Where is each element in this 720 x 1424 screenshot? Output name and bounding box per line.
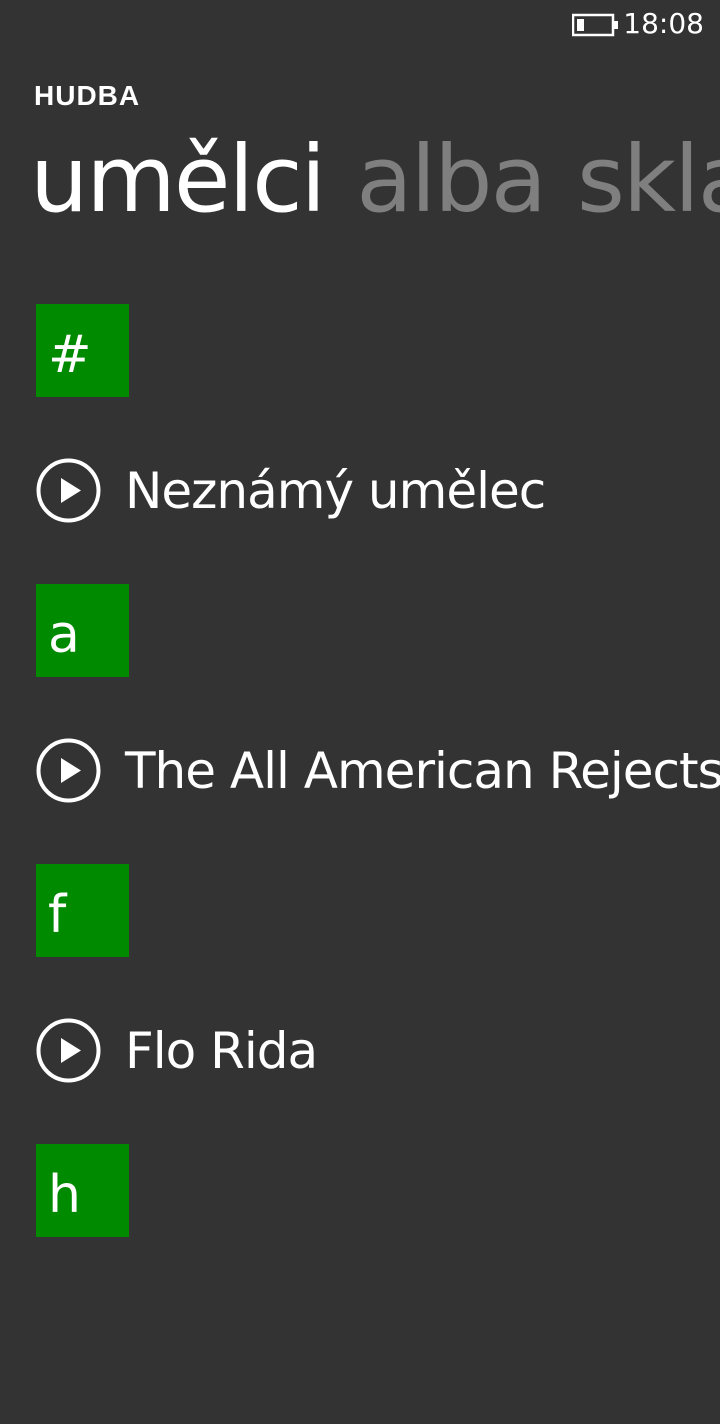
play-icon[interactable] [36, 738, 101, 803]
artist-name: Flo Rida [125, 1021, 318, 1080]
group-header-f[interactable]: f [36, 864, 129, 957]
artist-name: Neznámý umělec [125, 461, 546, 520]
group-f: f Flo Rida [36, 864, 720, 1144]
artist-row[interactable]: Neznámý umělec [36, 397, 720, 584]
pivot-header: umělcialbaskla [30, 120, 720, 240]
app-title: HUDBA [34, 80, 141, 111]
group-letter: a [48, 605, 80, 665]
group-letter: h [48, 1165, 81, 1225]
play-icon[interactable] [36, 458, 101, 523]
artist-list: # Neznámý umělec a The All American Reje… [36, 304, 720, 1424]
pivot-tab-albums[interactable]: alba [356, 120, 547, 240]
artist-name: The All American Rejects [125, 741, 720, 800]
group-h: h [36, 1144, 720, 1424]
group-hash: # Neznámý umělec [36, 304, 720, 584]
group-header-hash[interactable]: # [36, 304, 129, 397]
group-header-h[interactable]: h [36, 1144, 129, 1237]
group-header-a[interactable]: a [36, 584, 129, 677]
play-icon[interactable] [36, 1018, 101, 1083]
artist-row[interactable]: Flo Rida [36, 957, 720, 1144]
group-letter: # [48, 325, 92, 385]
artist-row[interactable]: The All American Rejects [36, 677, 720, 864]
pivot-tab-artists[interactable]: umělci [30, 120, 326, 240]
group-letter: f [48, 885, 67, 945]
battery-low-icon [572, 13, 618, 37]
pivot-tab-songs[interactable]: skla [577, 120, 720, 240]
group-a: a The All American Rejects [36, 584, 720, 864]
status-bar: 18:08 [0, 0, 720, 48]
clock: 18:08 [623, 7, 704, 40]
